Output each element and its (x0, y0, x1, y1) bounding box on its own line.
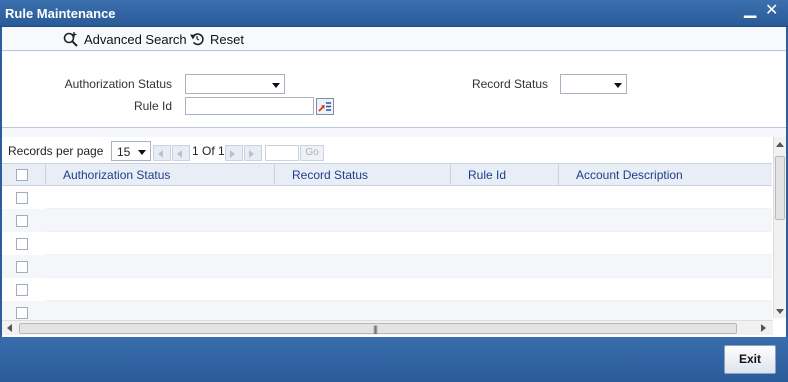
chevron-down-icon (138, 150, 146, 155)
column-authorization-status[interactable]: Authorization Status (45, 164, 274, 186)
records-per-page-select[interactable]: 15 (111, 141, 151, 161)
column-record-status[interactable]: Record Status (274, 164, 450, 186)
reset-button[interactable]: Reset (189, 30, 244, 48)
rule-id-input[interactable] (185, 97, 314, 115)
close-icon[interactable]: ✕ (765, 3, 778, 19)
exit-button[interactable]: Exit (724, 345, 776, 374)
table-row[interactable] (2, 301, 772, 320)
scroll-down-icon[interactable] (776, 309, 784, 314)
rule-id-label: Rule Id (133, 99, 172, 113)
last-page-icon (249, 150, 254, 158)
row-cells (46, 186, 772, 209)
column-account-description[interactable]: Account Description (558, 164, 772, 186)
last-page-button[interactable] (244, 145, 262, 161)
go-button[interactable]: Go (300, 145, 324, 161)
row-checkbox[interactable] (16, 307, 28, 319)
table-row[interactable] (2, 209, 772, 232)
scroll-left-icon[interactable] (7, 324, 12, 332)
row-checkbox[interactable] (16, 192, 28, 204)
grid-header: Authorization Status Record Status Rule … (2, 163, 772, 186)
row-checkbox[interactable] (16, 261, 28, 273)
previous-page-icon (177, 150, 182, 158)
authorization-status-select[interactable] (185, 74, 285, 94)
row-cells (46, 278, 772, 301)
table-row[interactable] (2, 186, 772, 209)
chevron-down-icon (614, 83, 622, 88)
row-checkbox[interactable] (16, 215, 28, 227)
row-checkbox[interactable] (16, 284, 28, 296)
table-row[interactable] (2, 278, 772, 301)
row-cells (46, 232, 772, 255)
column-rule-id[interactable]: Rule Id (450, 164, 558, 186)
vertical-scroll-thumb[interactable] (775, 156, 785, 220)
window-title: Rule Maintenance (5, 6, 116, 21)
select-all-checkbox[interactable] (16, 169, 28, 181)
minimize-icon[interactable]: ▁ (744, 2, 756, 18)
goto-page-input[interactable] (265, 145, 299, 161)
vertical-scrollbar[interactable] (773, 137, 786, 318)
toolbar: Advanced Search Reset (2, 27, 786, 51)
table-row[interactable] (2, 232, 772, 255)
reset-label: Reset (210, 31, 244, 47)
pagination-bar: Records per page 15 1 Of 1 Go (2, 137, 772, 163)
table-row[interactable] (2, 255, 772, 278)
record-status-label: Record Status (471, 77, 548, 91)
row-cells (46, 255, 772, 278)
row-checkbox[interactable] (16, 238, 28, 250)
list-of-values-icon (317, 102, 333, 117)
grip-icon: ||| (373, 324, 378, 334)
scroll-up-icon[interactable] (776, 142, 784, 147)
first-page-button[interactable] (153, 145, 171, 161)
list-of-values-button[interactable] (316, 98, 334, 115)
magnifier-plus-icon (62, 31, 79, 48)
next-page-icon (230, 150, 235, 158)
row-cells (46, 209, 772, 232)
first-page-icon (158, 150, 163, 158)
row-cells (46, 301, 772, 320)
next-page-button[interactable] (225, 145, 243, 161)
authorization-status-label: Authorization Status (64, 77, 172, 91)
records-per-page-value: 15 (117, 145, 131, 159)
page-indicator: 1 Of 1 (192, 144, 225, 158)
title-bar: Rule Maintenance ▁ ✕ (0, 0, 788, 27)
scroll-right-icon[interactable] (761, 324, 766, 332)
horizontal-scrollbar[interactable]: ||| (2, 320, 773, 335)
chevron-down-icon (272, 83, 280, 88)
advanced-search-button[interactable]: Advanced Search (62, 30, 187, 48)
previous-page-button[interactable] (172, 145, 190, 161)
footer-bar: Exit (0, 337, 788, 382)
records-per-page-label: Records per page (8, 144, 104, 158)
horizontal-scroll-thumb[interactable]: ||| (19, 323, 737, 334)
search-criteria-panel: Authorization Status Record Status Rule … (2, 52, 786, 128)
record-status-select[interactable] (560, 74, 627, 94)
undo-icon (189, 31, 205, 47)
advanced-search-label: Advanced Search (84, 31, 187, 47)
results-grid: Records per page 15 1 Of 1 Go Authorizat… (2, 137, 786, 337)
